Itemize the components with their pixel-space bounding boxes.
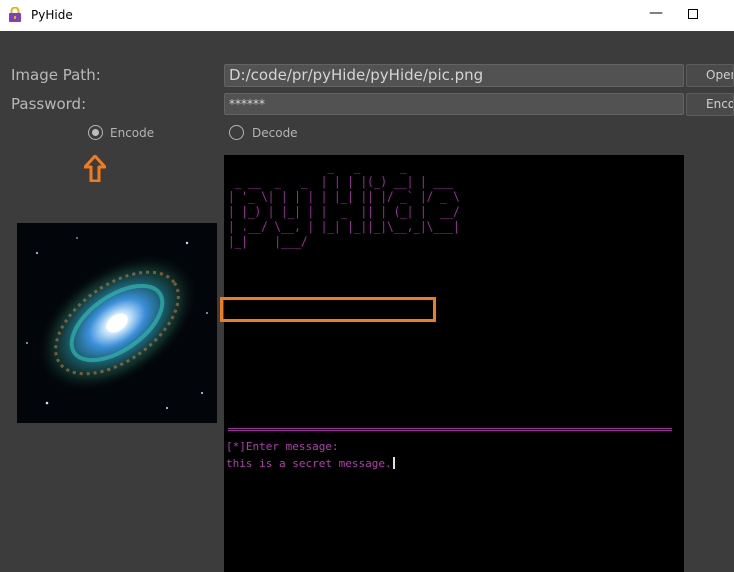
up-arrow-icon [84,155,106,182]
open-button[interactable]: Open [686,64,734,87]
ascii-banner: _ _ _ _ __ _ _ | | | |(_) __| | ___ | '_… [228,159,460,249]
terminal-output[interactable]: _ _ _ _ __ _ _ | | | |(_) __| | ___ | '_… [224,155,684,572]
message-prompt: [*]Enter message: [226,440,339,453]
password-input[interactable]: ****** [224,93,684,115]
message-input[interactable]: this is a secret message. [226,457,395,470]
encode-radio-label[interactable]: Encode [110,126,154,140]
encode-radio[interactable] [88,125,103,140]
maximize-button[interactable] [688,9,698,19]
message-text: this is a secret message. [226,457,392,470]
window-title: PyHide [31,8,73,22]
text-cursor [392,457,395,469]
image-path-input[interactable]: D:/code/pr/pyHide/pyHide/pic.png [224,64,684,87]
minimize-button[interactable]: — [646,3,666,25]
image-path-label: Image Path: [11,66,101,84]
decode-radio-label[interactable]: Decode [252,126,298,140]
separator [228,428,672,431]
image-preview [17,223,217,423]
annotation-highlight-box [220,297,436,322]
galaxy-image [26,237,208,409]
title-bar: PyHide — [0,0,734,31]
password-label: Password: [11,95,87,113]
encode-button[interactable]: Encode [686,93,734,116]
lock-icon [9,7,21,22]
decode-radio[interactable] [229,125,244,140]
